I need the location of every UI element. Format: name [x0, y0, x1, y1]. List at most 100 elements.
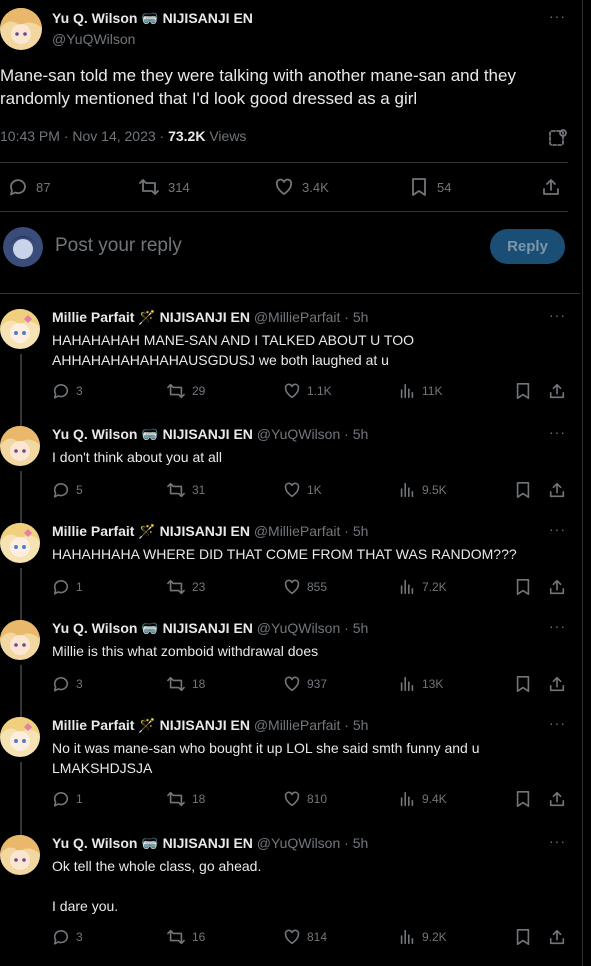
like-action[interactable]: 855 [283, 578, 327, 596]
more-options-icon[interactable]: ··· [549, 307, 566, 323]
reply-text: I don't think about you at all [52, 449, 223, 465]
reply-action[interactable]: 3 [52, 382, 83, 400]
like-action[interactable]: 810 [283, 790, 327, 808]
bookmark-icon [516, 790, 530, 808]
more-options-icon[interactable]: ··· [549, 521, 566, 537]
reply-author-name: Yu Q. Wilson 🥽 NIJISANJI EN [52, 835, 253, 851]
like-action[interactable]: 814 [283, 928, 327, 946]
reply-icon [53, 384, 69, 399]
repost-icon [167, 791, 185, 807]
more-options-icon[interactable]: ··· [549, 715, 566, 731]
bookmark-icon [516, 578, 530, 596]
views-action[interactable]: 9.2K [398, 928, 447, 946]
reply-tweet-3[interactable]: Millie Parfait 🪄 NIJISANJI EN @MilliePar… [0, 521, 591, 636]
bookmark-action[interactable] [514, 382, 532, 400]
more-options-icon[interactable]: ··· [549, 8, 566, 24]
views-count: 7.2K [422, 580, 447, 594]
reply-tweet-6[interactable]: Yu Q. Wilson 🥽 NIJISANJI EN @YuQWilson ·… [0, 833, 591, 955]
reply-input[interactable]: Post your reply [55, 235, 182, 257]
reply-tweet-1[interactable]: Millie Parfait 🪄 NIJISANJI EN @MilliePar… [0, 307, 591, 439]
bookmark-action[interactable]: 54 [409, 177, 451, 197]
bookmark-icon [516, 928, 530, 946]
bookmark-action[interactable] [514, 790, 532, 808]
reply-tweet-4[interactable]: Yu Q. Wilson 🥽 NIJISANJI EN @YuQWilson ·… [0, 618, 591, 733]
views-icon [400, 579, 414, 595]
repost-action[interactable]: 314 [138, 177, 190, 197]
avatar-yu[interactable] [0, 835, 40, 875]
share-action[interactable] [548, 382, 566, 400]
reply-action[interactable]: 1 [52, 790, 83, 808]
views-action[interactable]: 7.2K [398, 578, 447, 596]
author-handle[interactable]: @YuQWilson [52, 31, 135, 47]
reply-handle: @MillieParfait · 5h [249, 717, 369, 733]
reply-author[interactable]: Yu Q. Wilson 🥽 NIJISANJI EN @YuQWilson ·… [52, 426, 368, 443]
reply-button[interactable]: Reply [490, 229, 565, 264]
reply-author[interactable]: Millie Parfait 🪄 NIJISANJI EN @MilliePar… [52, 309, 368, 326]
reply-icon [53, 483, 69, 498]
repost-action[interactable]: 18 [166, 790, 205, 808]
share-action[interactable] [548, 928, 566, 946]
reply-text: No it was mane-san who bought it up LOL … [52, 740, 480, 776]
repost-action[interactable]: 23 [166, 578, 205, 596]
more-options-icon[interactable]: ··· [549, 424, 566, 440]
reply-actions: 3 16 814 9.2K [52, 928, 572, 948]
reply-author[interactable]: Millie Parfait 🪄 NIJISANJI EN @MilliePar… [52, 717, 368, 734]
avatar-millie[interactable] [0, 523, 40, 563]
repost-action[interactable]: 29 [166, 382, 205, 400]
views-icon [400, 791, 414, 807]
views-action[interactable]: 9.5K [398, 481, 447, 499]
views-action[interactable]: 9.4K [398, 790, 447, 808]
views-count: 9.5K [422, 483, 447, 497]
bookmark-action[interactable] [514, 578, 532, 596]
reply-author[interactable]: Yu Q. Wilson 🥽 NIJISANJI EN @YuQWilson ·… [52, 620, 368, 637]
reply-count: 5 [76, 483, 83, 497]
reply-action[interactable]: 1 [52, 578, 83, 596]
share-action[interactable] [548, 578, 566, 596]
bookmark-action[interactable] [514, 675, 532, 693]
reply-action[interactable]: 5 [52, 481, 83, 499]
views-count: 73.2K [168, 128, 206, 144]
more-options-icon[interactable]: ··· [549, 833, 566, 849]
share-action[interactable] [548, 790, 566, 808]
reply-author-name: Millie Parfait 🪄 NIJISANJI EN [52, 523, 250, 539]
share-action[interactable] [541, 177, 561, 197]
author-name[interactable]: Yu Q. Wilson 🥽 NIJISANJI EN [52, 10, 253, 27]
repost-count: 31 [192, 483, 206, 497]
like-action[interactable]: 1.1K [283, 382, 332, 400]
repost-action[interactable]: 16 [166, 928, 205, 946]
repost-count: 16 [192, 930, 206, 944]
bookmark-action[interactable] [514, 928, 532, 946]
reply-action[interactable]: 87 [8, 177, 50, 197]
more-options-icon[interactable]: ··· [549, 618, 566, 634]
reply-tweet-5[interactable]: Millie Parfait 🪄 NIJISANJI EN @MilliePar… [0, 715, 591, 848]
share-action[interactable] [548, 675, 566, 693]
like-action[interactable]: 1K [283, 481, 322, 499]
like-action[interactable]: 3.4K [274, 177, 329, 197]
analytics-icon[interactable] [548, 128, 568, 153]
share-action[interactable] [548, 481, 566, 499]
reply-actions: 5 31 1K 9.5K [52, 481, 572, 501]
repost-action[interactable]: 31 [166, 481, 205, 499]
avatar-yu[interactable] [0, 426, 40, 466]
heart-icon [284, 383, 300, 399]
views-action[interactable]: 13K [398, 675, 443, 693]
like-action[interactable]: 937 [283, 675, 327, 693]
reply-author[interactable]: Millie Parfait 🪄 NIJISANJI EN @MilliePar… [52, 523, 368, 540]
avatar-millie[interactable] [0, 309, 40, 349]
reply-action[interactable]: 3 [52, 675, 83, 693]
avatar-yu[interactable] [0, 8, 42, 50]
avatar-yu[interactable] [0, 620, 40, 660]
reply-actions: 3 18 937 13K [52, 675, 572, 695]
avatar-millie[interactable] [0, 717, 40, 757]
timestamp[interactable]: 10:43 PM · Nov 14, 2023 · [0, 128, 168, 144]
reply-author-name: Millie Parfait 🪄 NIJISANJI EN [52, 717, 250, 733]
repost-action[interactable]: 18 [166, 675, 205, 693]
bookmark-action[interactable] [514, 481, 532, 499]
reply-author[interactable]: Yu Q. Wilson 🥽 NIJISANJI EN @YuQWilson ·… [52, 835, 368, 852]
reply-action[interactable]: 3 [52, 928, 83, 946]
like-count: 3.4K [302, 179, 329, 195]
views-action[interactable]: 11K [398, 382, 442, 400]
avatar-current-user[interactable] [3, 227, 43, 267]
reply-text-line-2: I dare you. [52, 898, 119, 914]
reply-tweet-2[interactable]: Yu Q. Wilson 🥽 NIJISANJI EN @YuQWilson ·… [0, 424, 591, 539]
